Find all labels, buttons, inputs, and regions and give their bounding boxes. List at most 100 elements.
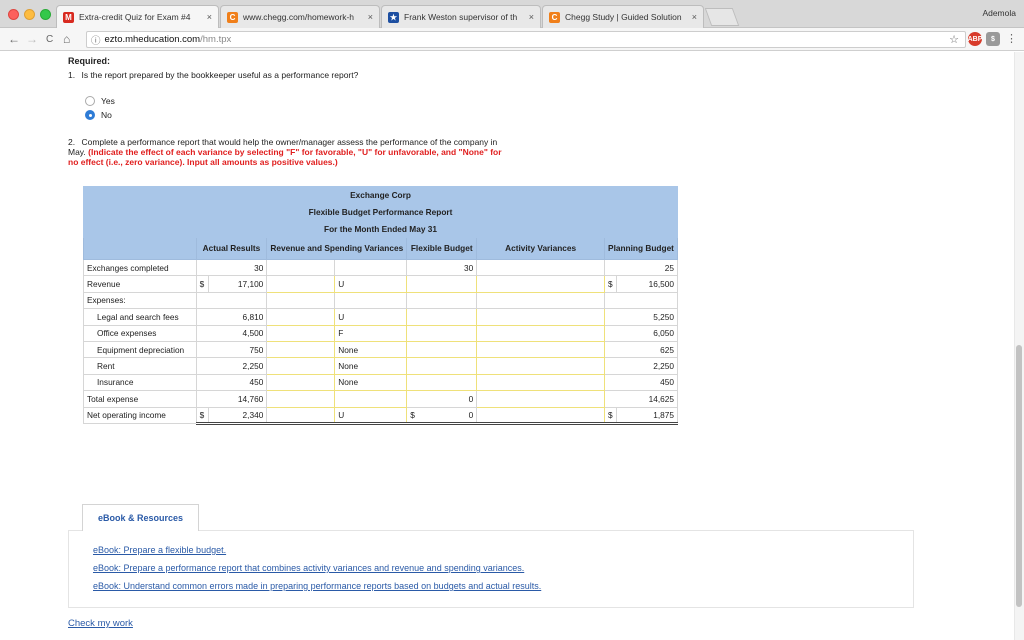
flexible-input[interactable] bbox=[406, 373, 478, 392]
ebook-resources-tab[interactable]: eBook & Resources bbox=[82, 504, 199, 531]
star-icon: ★ bbox=[388, 11, 399, 23]
question-instructions: (Indicate the effect of each variance by… bbox=[68, 147, 502, 167]
tab-title: Frank Weston supervisor of th bbox=[404, 12, 518, 22]
actual-value: 30 bbox=[195, 258, 268, 277]
variance-amount-input[interactable] bbox=[266, 357, 336, 375]
table-row: Expenses: bbox=[83, 291, 678, 310]
bookmark-star-icon[interactable]: ☆ bbox=[949, 33, 959, 46]
check-my-work-link[interactable]: Check my work bbox=[68, 618, 133, 629]
activity-variance-input[interactable] bbox=[476, 308, 605, 326]
variance-effect-select[interactable]: None bbox=[334, 357, 408, 375]
question-2: 2. Complete a performance report that wo… bbox=[68, 137, 508, 167]
table-row: Net operating income $ 2,340 U $0 $ 1,87… bbox=[83, 406, 678, 425]
row-label: Insurance bbox=[83, 373, 197, 392]
variance-amount-input[interactable] bbox=[266, 275, 336, 293]
tab-chegg-homework[interactable]: C www.chegg.com/homework-h × bbox=[220, 5, 380, 28]
profile-name[interactable]: Ademola bbox=[982, 8, 1016, 18]
variance-amount-input[interactable] bbox=[266, 390, 336, 408]
flexible-input[interactable] bbox=[406, 340, 478, 359]
variance-amount-cell bbox=[266, 291, 336, 310]
close-window-button[interactable] bbox=[8, 9, 19, 20]
adblock-extension-icon[interactable]: ABP bbox=[968, 32, 982, 46]
chegg-icon: C bbox=[549, 11, 560, 23]
ebook-link-common-errors[interactable]: eBook: Understand common errors made in … bbox=[93, 581, 541, 591]
variance-amount-cell bbox=[266, 258, 336, 277]
activity-variance-input[interactable] bbox=[476, 373, 605, 392]
page-scrollbar[interactable] bbox=[1014, 52, 1024, 640]
activity-variance-input[interactable] bbox=[476, 390, 605, 408]
maximize-window-button[interactable] bbox=[40, 9, 51, 20]
activity-variance-input[interactable] bbox=[476, 275, 605, 293]
actual-value: 17,100 bbox=[207, 275, 268, 293]
variance-amount-input[interactable] bbox=[266, 340, 336, 359]
row-label: Net operating income bbox=[83, 406, 197, 424]
table-row: Rent 2,250 None 2,250 bbox=[83, 357, 678, 375]
planning-value: 5,250 bbox=[604, 308, 678, 326]
activity-variance-input[interactable] bbox=[476, 324, 605, 342]
minimize-window-button[interactable] bbox=[24, 9, 35, 20]
ebook-link-performance-report[interactable]: eBook: Prepare a performance report that… bbox=[93, 563, 524, 573]
forward-arrow-icon[interactable]: → bbox=[26, 32, 38, 46]
question-1: 1. Is the report prepared by the bookkee… bbox=[68, 70, 358, 80]
flexible-input[interactable] bbox=[406, 275, 478, 293]
variance-effect-select[interactable]: None bbox=[334, 373, 408, 392]
activity-variance-input[interactable] bbox=[476, 406, 605, 425]
variance-amount-input[interactable] bbox=[266, 373, 336, 392]
variance-effect-select[interactable] bbox=[334, 390, 408, 408]
tab-close-icon[interactable]: × bbox=[529, 12, 534, 22]
planning-value: 6,050 bbox=[604, 324, 678, 342]
option-label: No bbox=[101, 110, 112, 120]
back-arrow-icon[interactable]: ← bbox=[8, 32, 20, 46]
dollar-extension-icon[interactable]: $ bbox=[986, 32, 1000, 46]
variance-effect-select[interactable]: U bbox=[334, 406, 408, 425]
flexible-input[interactable] bbox=[406, 357, 478, 375]
new-tab-button[interactable] bbox=[704, 8, 740, 26]
reload-icon[interactable]: C bbox=[46, 34, 53, 45]
row-label: Legal and search fees bbox=[83, 308, 197, 326]
tab-extra-credit-quiz[interactable]: M Extra-credit Quiz for Exam #4 × bbox=[56, 5, 219, 28]
radio-yes[interactable] bbox=[85, 96, 95, 106]
variance-amount-input[interactable] bbox=[266, 308, 336, 326]
home-icon[interactable]: ⌂ bbox=[63, 32, 70, 46]
planning-value: 25 bbox=[604, 258, 678, 277]
url-host: ezto.mheducation.com bbox=[104, 34, 201, 45]
ebook-link-flexible-budget[interactable]: eBook: Prepare a flexible budget. bbox=[93, 545, 226, 555]
variance-amount-input[interactable] bbox=[266, 406, 336, 425]
col-header-revenue-spending: Revenue and Spending Variances bbox=[266, 237, 408, 260]
option-yes[interactable]: Yes bbox=[85, 96, 115, 106]
row-label: Total expense bbox=[83, 390, 197, 408]
info-icon[interactable]: ⓘ bbox=[91, 33, 101, 47]
activity-variance-input[interactable] bbox=[476, 340, 605, 359]
tab-close-icon[interactable]: × bbox=[207, 12, 212, 22]
flexible-value bbox=[406, 291, 478, 310]
tab-close-icon[interactable]: × bbox=[368, 12, 373, 22]
performance-report-table: Exchange Corp Flexible Budget Performanc… bbox=[83, 186, 678, 425]
flexible-input[interactable] bbox=[406, 324, 478, 342]
tab-close-icon[interactable]: × bbox=[692, 12, 697, 22]
menu-icon[interactable]: ⋮ bbox=[1006, 32, 1017, 45]
activity-variance-input[interactable] bbox=[476, 357, 605, 375]
actual-value: 14,760 bbox=[195, 390, 268, 408]
flexible-input[interactable] bbox=[406, 308, 478, 326]
dollar-sign: $ bbox=[195, 406, 209, 425]
variance-effect-select[interactable]: None bbox=[334, 340, 408, 359]
planning-value: 14,625 bbox=[604, 390, 678, 408]
actual-value: 6,810 bbox=[195, 308, 268, 326]
tab-frank-weston[interactable]: ★ Frank Weston supervisor of th × bbox=[381, 5, 541, 28]
report-period: For the Month Ended May 31 bbox=[83, 220, 678, 238]
variance-effect-select[interactable]: U bbox=[334, 308, 408, 326]
variance-effect-select[interactable]: F bbox=[334, 324, 408, 342]
scrollbar-thumb[interactable] bbox=[1016, 345, 1022, 607]
table-row: Equipment depreciation 750 None 625 bbox=[83, 340, 678, 359]
variance-amount-input[interactable] bbox=[266, 324, 336, 342]
option-no[interactable]: No bbox=[85, 110, 112, 120]
address-bar[interactable]: ⓘ ezto.mheducation.com /hm.tpx ☆ bbox=[86, 31, 966, 48]
col-header-flexible: Flexible Budget bbox=[406, 237, 478, 260]
report-title: Flexible Budget Performance Report bbox=[83, 203, 678, 221]
header-blank bbox=[83, 237, 197, 260]
col-header-planning: Planning Budget bbox=[604, 237, 678, 260]
tab-title: Extra-credit Quiz for Exam #4 bbox=[79, 12, 191, 22]
variance-effect-select[interactable]: U bbox=[334, 275, 408, 293]
radio-no-selected[interactable] bbox=[85, 110, 95, 120]
tab-chegg-study[interactable]: C Chegg Study | Guided Solution × bbox=[542, 5, 704, 28]
